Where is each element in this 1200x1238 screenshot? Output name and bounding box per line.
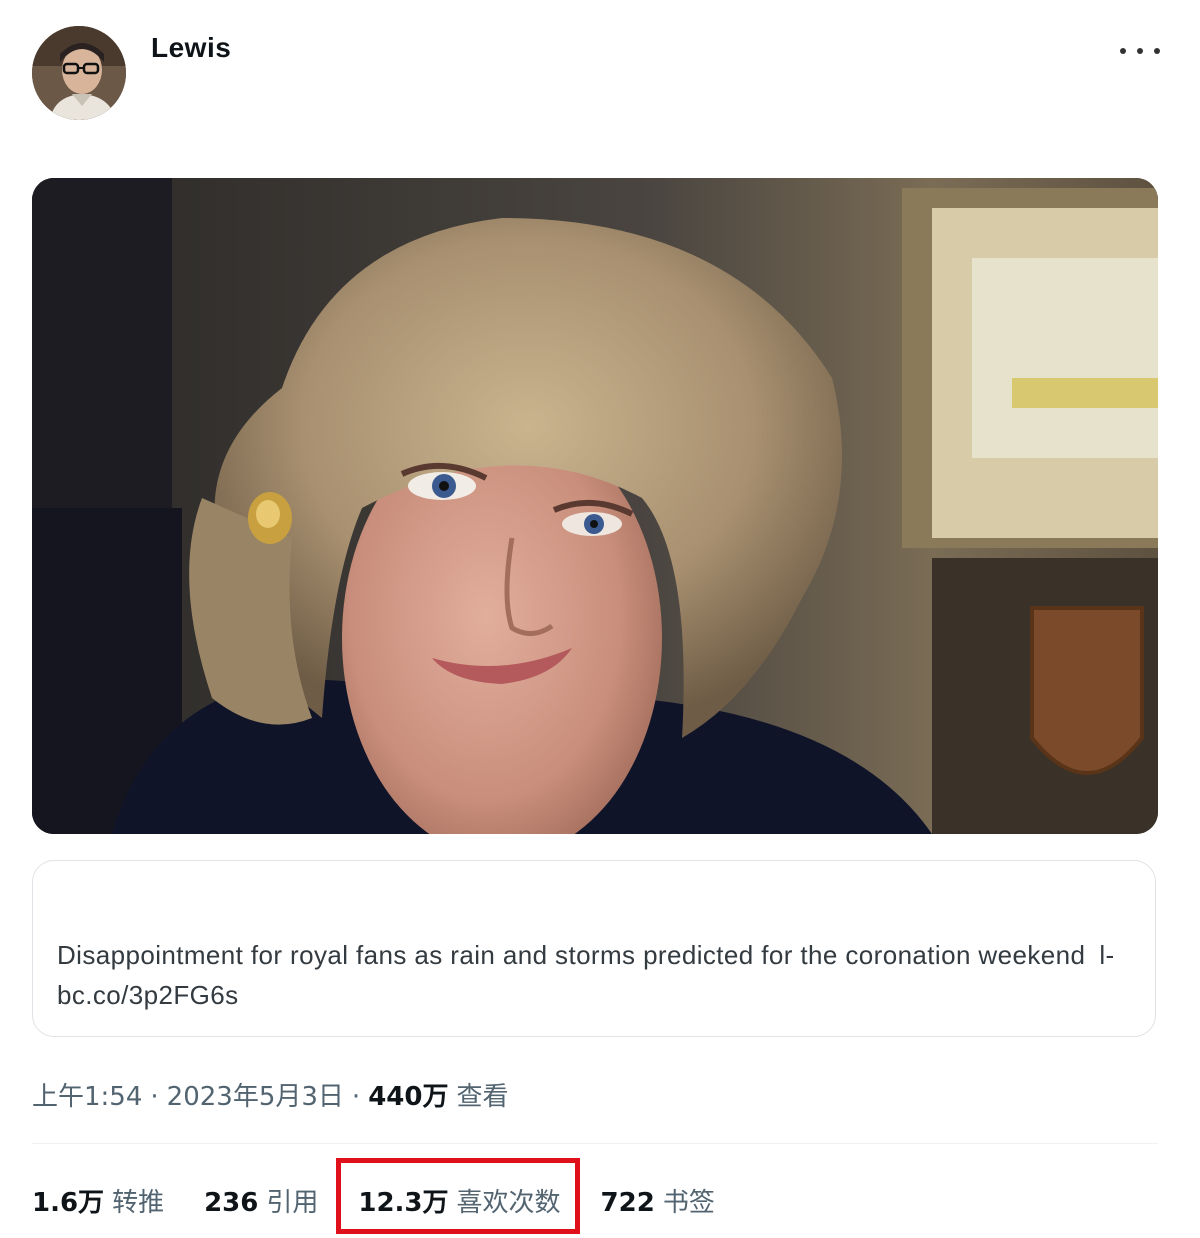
tweet-media-photo[interactable] <box>32 178 1158 834</box>
bookmarks-count: 722 <box>600 1187 655 1218</box>
meta-separator: · <box>351 1082 361 1112</box>
meta-separator: · <box>150 1082 159 1112</box>
tweet-time[interactable]: 上午1:54 <box>32 1082 142 1112</box>
divider <box>32 1143 1158 1144</box>
quotes-count: 236 <box>204 1187 259 1218</box>
likes-highlight-box <box>336 1158 580 1234</box>
card-headline: Disappointment for royal fans as rain an… <box>57 935 1137 1015</box>
retweets-stat[interactable]: 1.6万 转推 <box>32 1182 164 1219</box>
card-headline-text: Disappointment for royal fans as rain an… <box>57 940 1086 970</box>
bookmarks-label: 书签 <box>662 1187 715 1218</box>
username[interactable]: Lewis <box>151 32 231 64</box>
bookmarks-stat[interactable]: 722 书签 <box>601 1182 715 1219</box>
retweets-count: 1.6万 <box>32 1187 105 1218</box>
tweet-header: Lewis <box>0 0 1200 130</box>
avatar[interactable] <box>32 26 126 120</box>
quotes-label: 引用 <box>266 1187 319 1218</box>
more-options-button[interactable] <box>1120 36 1160 66</box>
avatar-image <box>32 26 126 120</box>
more-horizontal-icon <box>1120 48 1126 54</box>
retweets-label: 转推 <box>112 1187 165 1218</box>
views-count: 440万 <box>368 1082 449 1112</box>
tweet-date[interactable]: 2023年5月3日 <box>167 1082 344 1112</box>
link-preview-card[interactable]: Disappointment for royal fans as rain an… <box>32 860 1156 1037</box>
photo-image <box>32 178 1158 834</box>
quotes-stat[interactable]: 236 引用 <box>204 1182 318 1219</box>
views-label: 查看 <box>456 1082 509 1112</box>
tweet-meta: 上午1:54 · 2023年5月3日 · 440万 查看 <box>32 1076 508 1113</box>
